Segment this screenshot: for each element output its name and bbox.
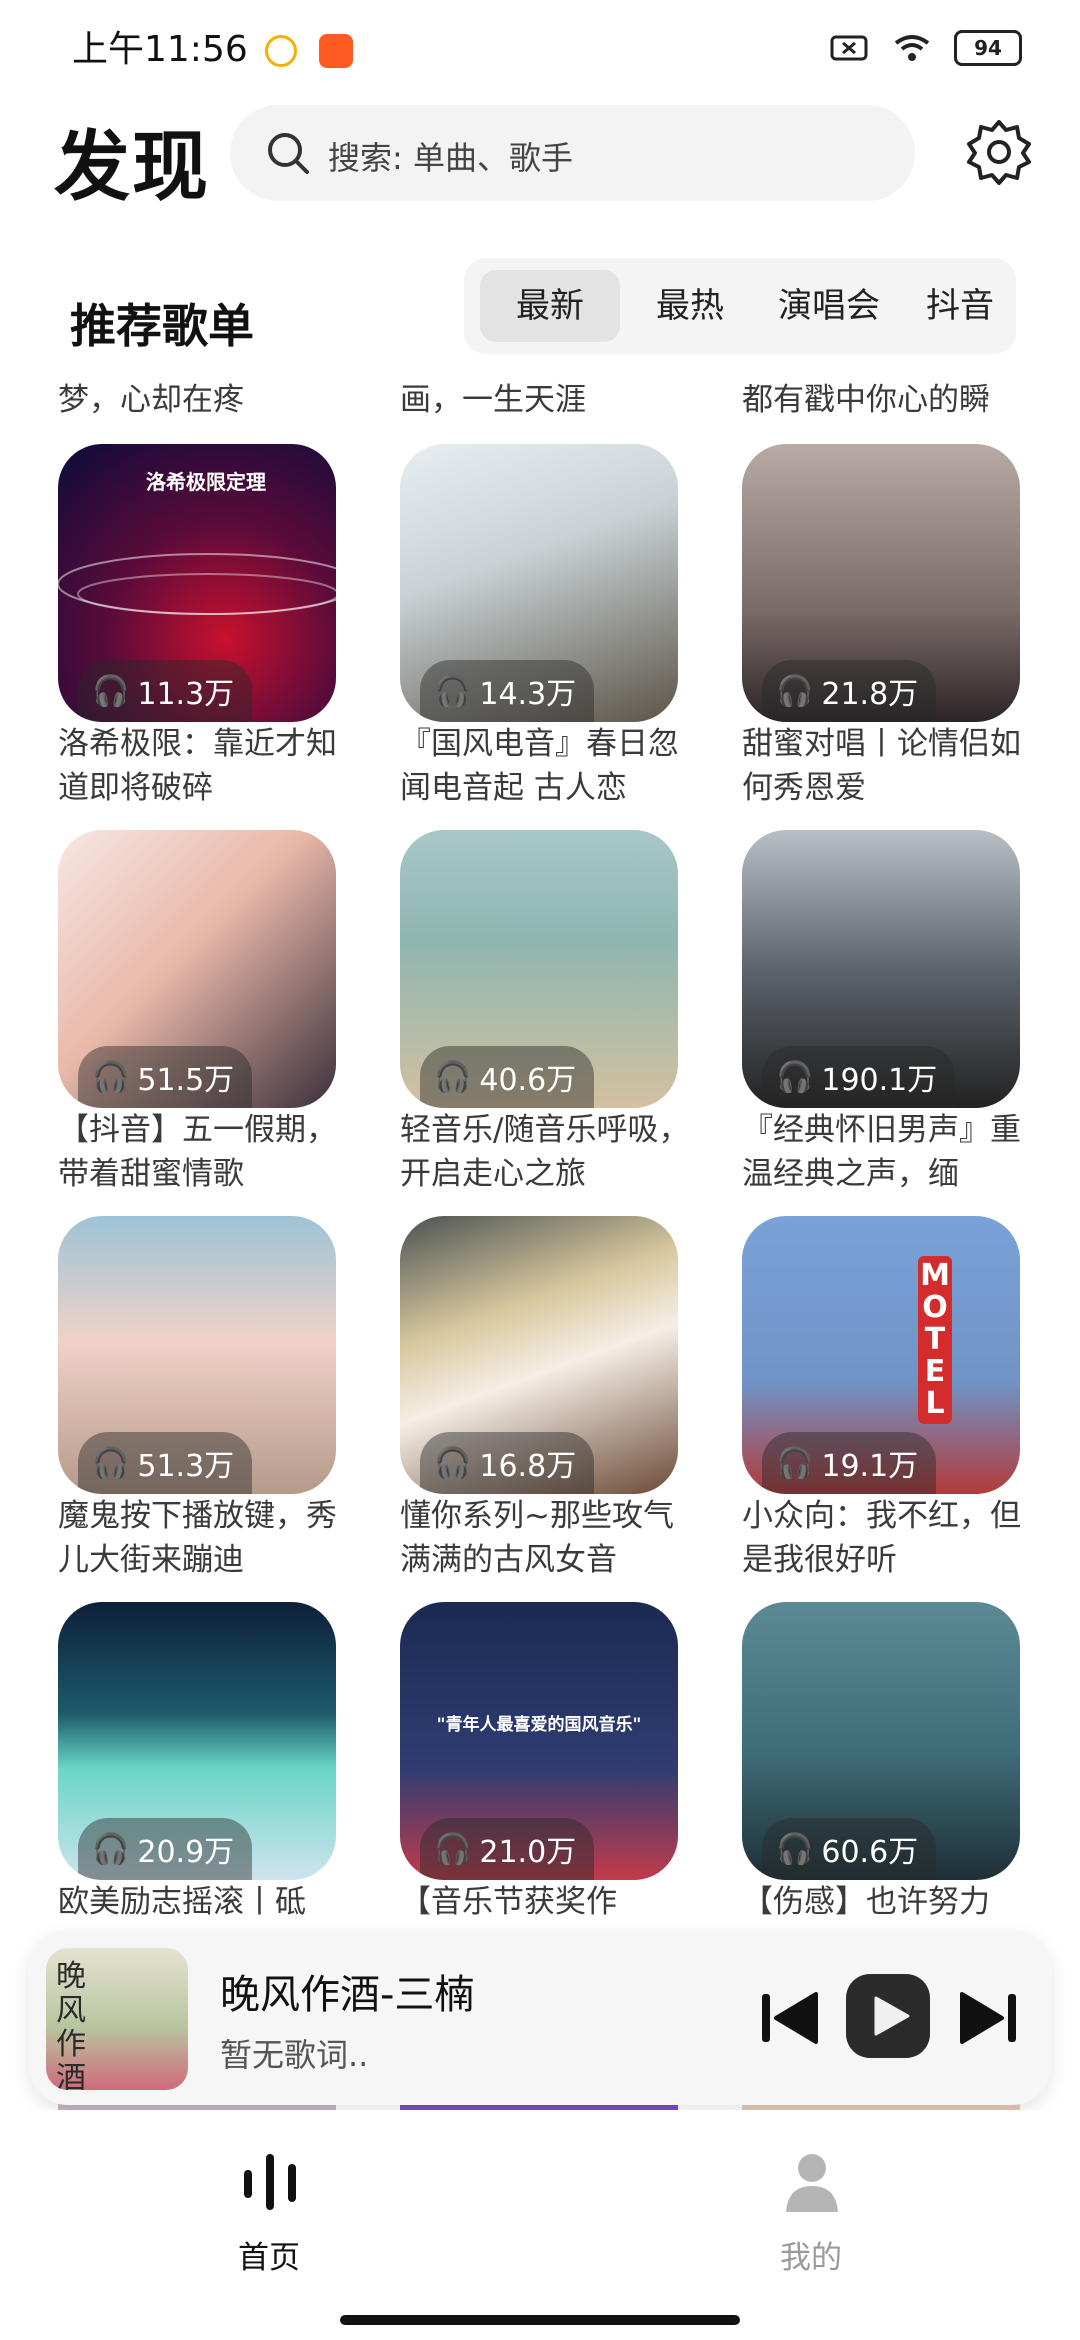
tab-hottest[interactable]: 最热 <box>630 270 750 342</box>
taobao-app-icon <box>318 34 353 68</box>
headphones-icon: 🎧 <box>92 1831 130 1867</box>
playlist-cover[interactable]: 🎧 40.6万 <box>400 830 678 1108</box>
page-title: 发现 <box>54 122 210 211</box>
playlist-cover[interactable]: "青年人最喜爱的国风音乐" 🎧 21.0万 <box>400 1602 678 1880</box>
play-button[interactable] <box>846 1974 930 2058</box>
headphones-icon: 🎧 <box>92 673 130 709</box>
play-icon <box>874 1996 910 2036</box>
playlist-cover[interactable]: 🎧 190.1万 <box>742 830 1020 1108</box>
playlist-title[interactable]: 『国风电音』春日忽闻电音起 古人恋 <box>400 722 700 810</box>
tab-concert[interactable]: 演唱会 <box>754 270 904 342</box>
cover-caption: MOTEL <box>918 1256 952 1424</box>
cover-caption: "青年人最喜爱的国风音乐" <box>436 1715 642 1735</box>
section-title: 推荐歌单 <box>70 299 254 353</box>
search-placeholder: 搜索: 单曲、歌手 <box>328 139 573 177</box>
nav-home-label: 首页 <box>238 2240 300 2276</box>
play-count: 🎧 51.5万 <box>78 1046 253 1108</box>
playlist-title[interactable]: 【抖音】五一假期，带着甜蜜情歌 <box>58 1108 358 1196</box>
nav-mine[interactable]: 我的 <box>752 2150 872 2290</box>
play-count: 🎧 11.3万 <box>78 660 253 722</box>
status-time: 上午11:56 <box>72 20 353 72</box>
headphones-icon: 🎧 <box>776 1831 814 1867</box>
player-song-title: 晚风作酒-三楠 <box>220 1972 475 2018</box>
playlist-cover[interactable]: 🎧 21.8万 <box>742 444 1020 722</box>
headphones-icon: 🎧 <box>776 1059 814 1095</box>
playlist-cover[interactable]: MOTEL 🎧 19.1万 <box>742 1216 1020 1494</box>
previous-track-icon[interactable] <box>758 1988 822 2048</box>
settings-gear-icon[interactable] <box>965 118 1033 186</box>
search-input[interactable]: 搜索: 单曲、歌手 <box>230 105 915 201</box>
playlist-cover[interactable]: 🎧 51.5万 <box>58 830 336 1108</box>
nav-home[interactable]: 首页 <box>210 2150 330 2290</box>
headphones-icon: 🎧 <box>434 1445 472 1481</box>
playlist-title[interactable]: 欧美励志摇滚丨砥 <box>58 1880 358 1924</box>
bottom-nav: 首页 我的 <box>0 2110 1080 2340</box>
headphones-icon: 🎧 <box>434 673 472 709</box>
status-indicators: 94 <box>830 30 1022 66</box>
search-icon <box>268 133 309 174</box>
play-count: 🎧 20.9万 <box>78 1818 253 1880</box>
play-count: 🎧 16.8万 <box>420 1432 595 1494</box>
playlist-cover[interactable]: 🎧 14.3万 <box>400 444 678 722</box>
play-count: 🎧 21.0万 <box>420 1818 595 1880</box>
play-count: 🎧 19.1万 <box>762 1432 937 1494</box>
headphones-icon: 🎧 <box>776 1445 814 1481</box>
playlist-title[interactable]: 洛希极限：靠近才知道即将破碎 <box>58 722 358 810</box>
player-cover[interactable]: 晚风作酒 <box>46 1948 188 2090</box>
playlist-title[interactable]: 『经典怀旧男声』重温经典之声，缅 <box>742 1108 1042 1196</box>
home-indicator[interactable] <box>340 2315 740 2325</box>
play-count: 🎧 21.8万 <box>762 660 937 722</box>
headphones-icon: 🎧 <box>434 1831 472 1867</box>
tab-douyin[interactable]: 抖音 <box>908 270 1012 342</box>
tab-newest[interactable]: 最新 <box>480 270 620 342</box>
playlist-title[interactable]: 甜蜜对唱丨论情侣如何秀恩爱 <box>742 722 1042 810</box>
playlist-cover[interactable]: 🎧 60.6万 <box>742 1602 1020 1880</box>
headphones-icon: 🎧 <box>92 1059 130 1095</box>
playlist-title[interactable]: 小众向：我不红，但是我很好听 <box>742 1494 1042 1582</box>
headphones-icon: 🎧 <box>776 673 814 709</box>
playlist-cover[interactable]: 🎧 20.9万 <box>58 1602 336 1880</box>
soundwave-icon <box>244 2154 296 2210</box>
playlist-title[interactable]: 轻音乐/随音乐呼吸，开启走心之旅 <box>400 1108 700 1196</box>
playlist-cover[interactable]: 🎧 16.8万 <box>400 1216 678 1494</box>
mini-player[interactable]: 晚风作酒 晚风作酒-三楠 暂无歌词.. <box>28 1930 1052 2105</box>
tab-bar: 最新 最热 演唱会 抖音 <box>464 258 1016 354</box>
user-icon <box>786 2154 838 2212</box>
cover-caption: 晚风作酒 <box>56 1959 86 2091</box>
play-count: 🎧 190.1万 <box>762 1046 956 1108</box>
player-lyric: 暂无歌词.. <box>220 2036 369 2074</box>
playlist-title-partial[interactable]: 画，一生天涯 <box>400 378 700 422</box>
clock-icon <box>265 35 298 67</box>
battery-icon: 94 <box>954 30 1022 66</box>
nav-mine-label: 我的 <box>780 2240 842 2276</box>
headphones-icon: 🎧 <box>434 1059 472 1095</box>
wifi-icon <box>894 35 930 61</box>
playlist-title[interactable]: 魔鬼按下播放键，秀儿大街来蹦迪 <box>58 1494 358 1582</box>
playlist-title-partial[interactable]: 梦，心却在疼 <box>58 378 358 422</box>
playlist-title-partial[interactable]: 都有戳中你心的瞬 <box>742 378 1042 422</box>
next-track-icon[interactable] <box>956 1988 1020 2048</box>
playlist-cover[interactable]: 洛希极限定理 🎧 11.3万 <box>58 444 336 722</box>
playlist-cover[interactable]: 🎧 51.3万 <box>58 1216 336 1494</box>
play-count: 🎧 51.3万 <box>78 1432 253 1494</box>
sim-off-icon <box>830 35 868 61</box>
play-count: 🎧 40.6万 <box>420 1046 595 1108</box>
headphones-icon: 🎧 <box>92 1445 130 1481</box>
play-count: 🎧 14.3万 <box>420 660 595 722</box>
playlist-title[interactable]: 【伤感】也许努力 <box>742 1880 1042 1924</box>
playlist-title[interactable]: 【音乐节获奖作 <box>400 1880 700 1924</box>
playlist-title[interactable]: 懂你系列~那些攻气满满的古风女音 <box>400 1494 700 1582</box>
cover-caption: 洛希极限定理 <box>146 470 266 494</box>
play-count: 🎧 60.6万 <box>762 1818 937 1880</box>
